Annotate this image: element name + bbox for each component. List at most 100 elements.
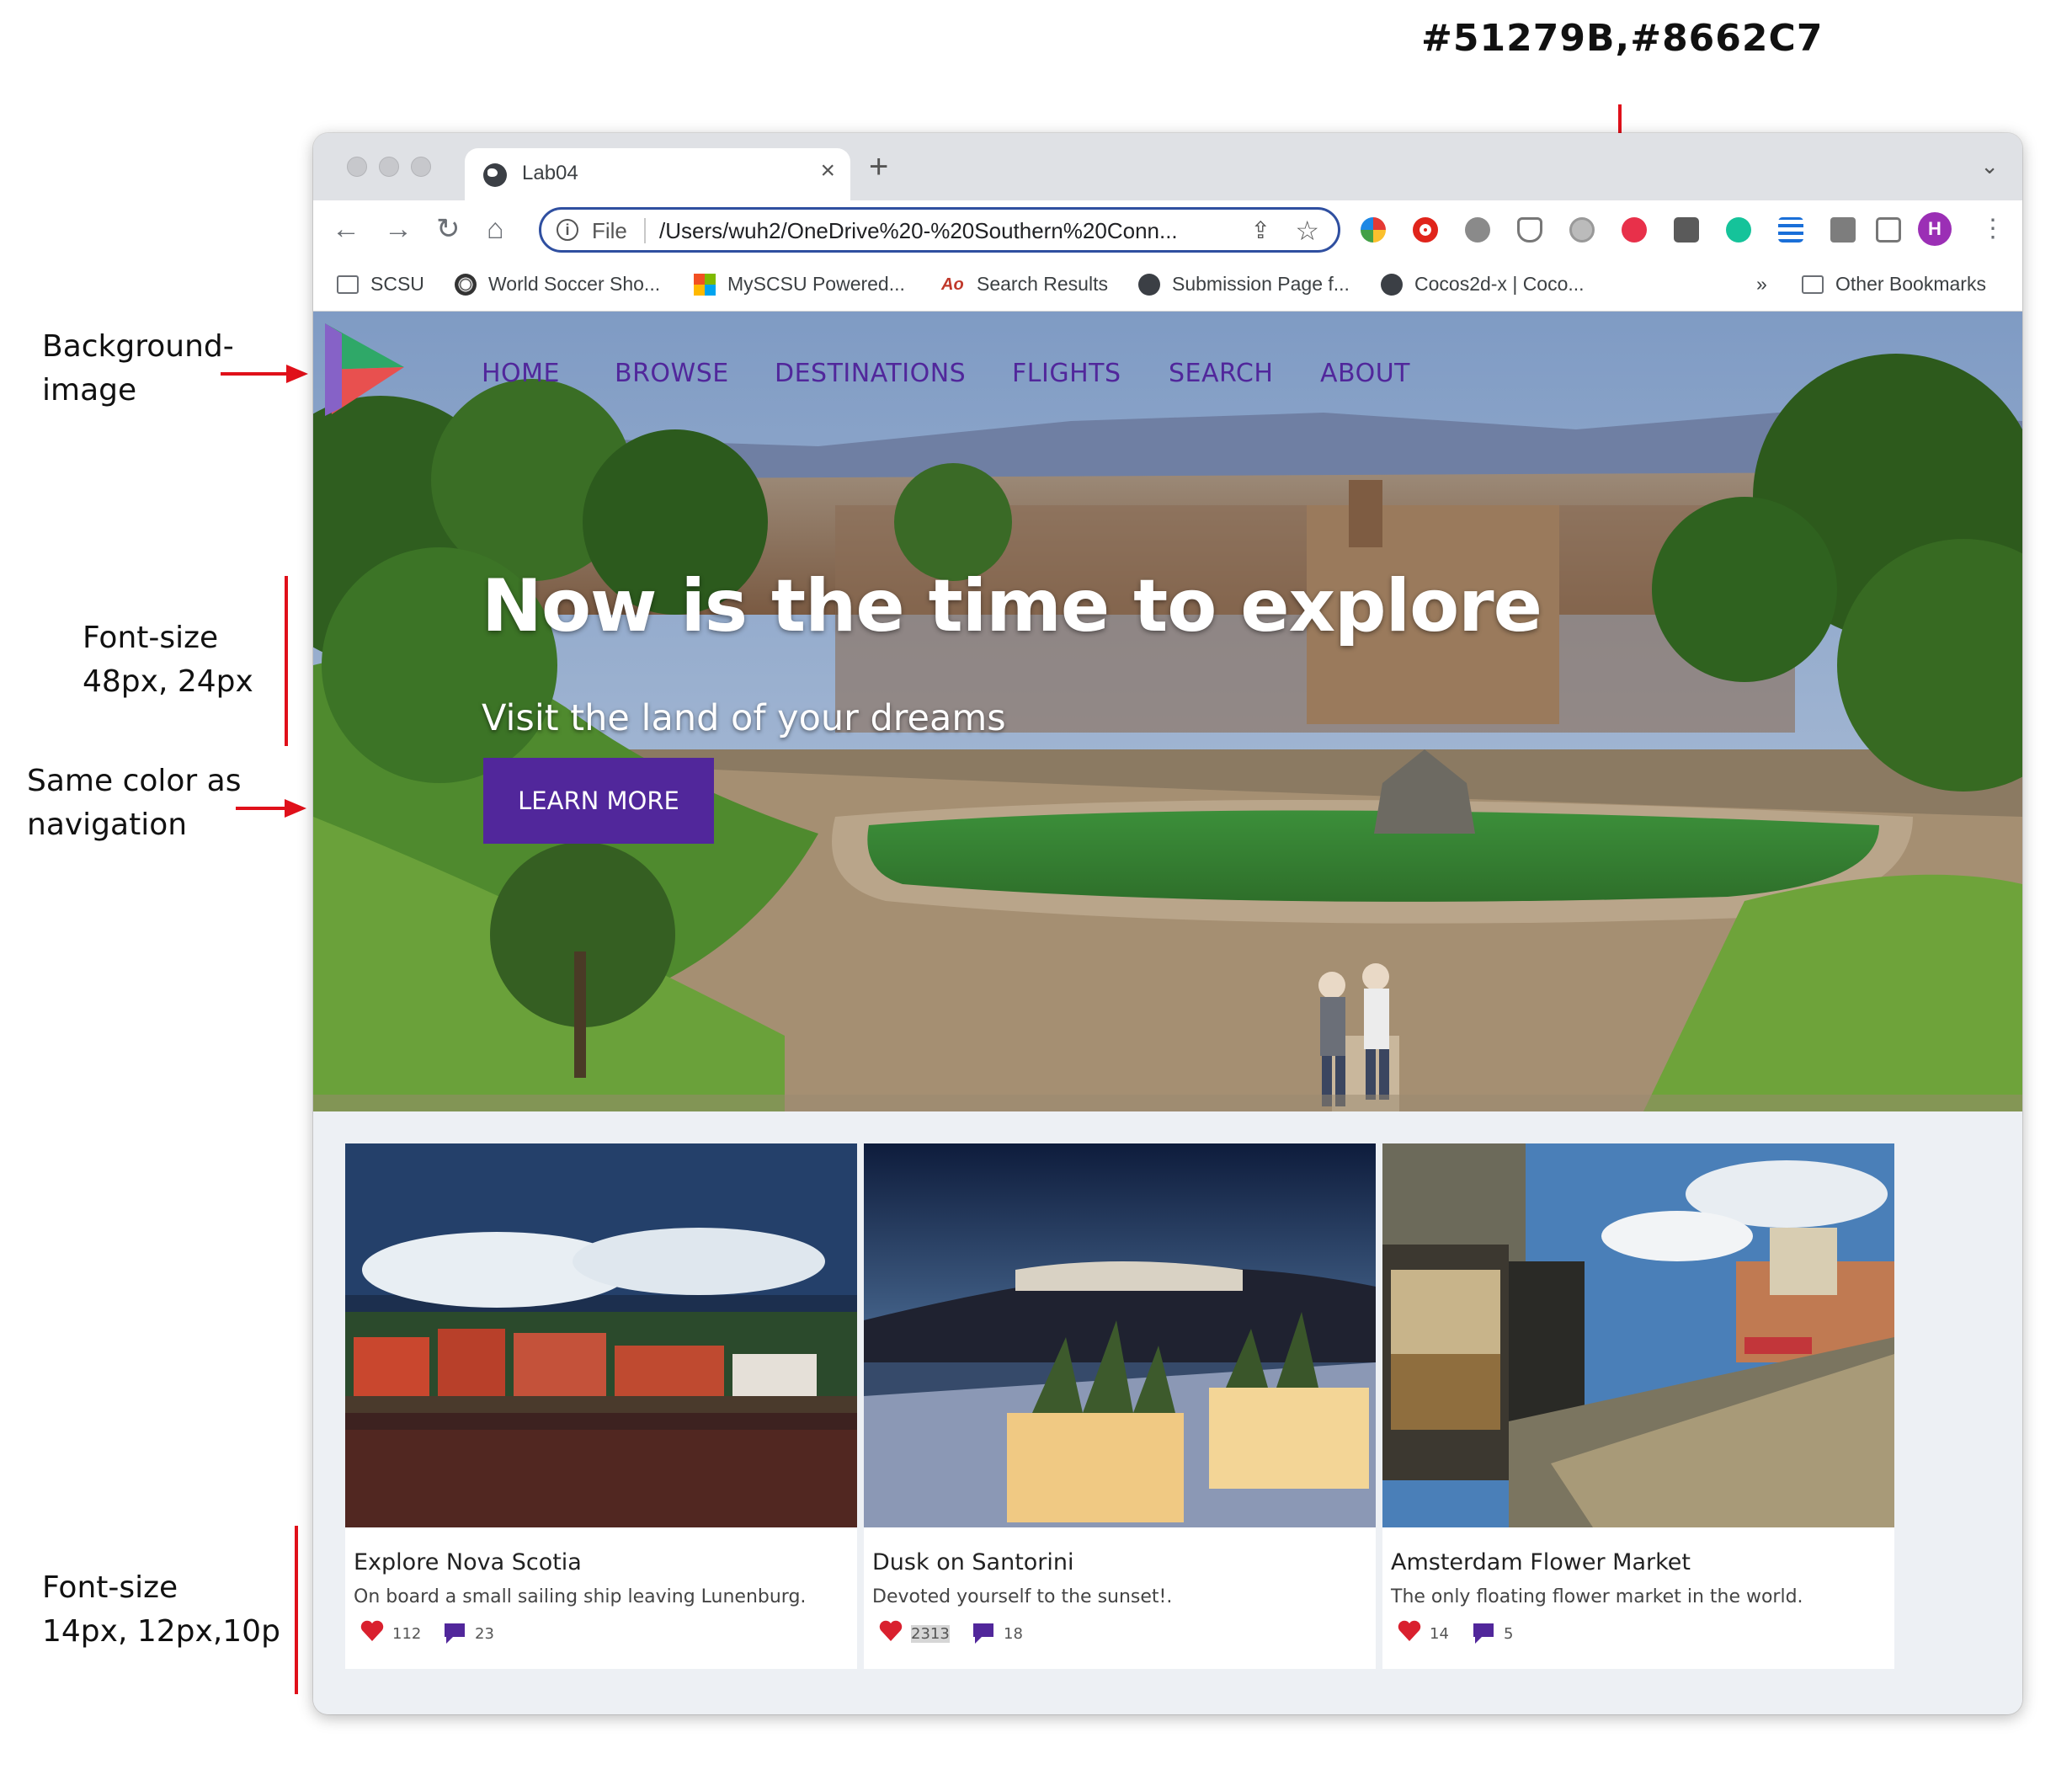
bookmark-item[interactable]: Cocos2d-x | Coco... — [1381, 273, 1585, 296]
folder-icon — [1802, 275, 1824, 294]
card-photo-amsterdam — [1382, 1143, 1894, 1527]
annotation-arrow — [285, 799, 306, 818]
annotated-screenshot: #51279B,#8662C7 Background- image Font-s… — [0, 0, 2072, 1775]
profile-avatar[interactable]: H — [1918, 212, 1952, 246]
tab-lab04[interactable]: Lab04 × — [465, 148, 850, 202]
browser-toolbar: ← → ↻ ⌂ i File /Users/wuh2/OneDrive%20-%… — [313, 200, 2022, 259]
card-title: Dusk on Santorini — [872, 1549, 1074, 1575]
extension-grammarly-icon[interactable] — [1726, 217, 1751, 243]
tab-strip: Lab04 × + ⌄ — [313, 133, 2022, 202]
extension-colorful-icon[interactable] — [1361, 217, 1386, 243]
like-count: 2313 — [911, 1625, 950, 1643]
reload-icon[interactable]: ↻ — [436, 212, 461, 246]
other-bookmarks-folder[interactable]: Other Bookmarks — [1802, 273, 1986, 296]
extensions-puzzle-icon[interactable] — [1830, 217, 1856, 243]
comment-icon[interactable] — [972, 1622, 995, 1645]
heart-icon[interactable] — [1398, 1620, 1421, 1642]
card-description: On board a small sailing ship leaving Lu… — [354, 1586, 807, 1607]
windows-logo-icon — [694, 273, 716, 296]
annotation-arrow — [286, 365, 308, 383]
nav-about[interactable]: ABOUT — [1320, 359, 1410, 388]
color-annotation: #51279B,#8662C7 — [1421, 17, 1824, 60]
minimize-window-button[interactable] — [379, 157, 399, 177]
back-icon[interactable]: ← — [332, 212, 360, 246]
heart-icon[interactable] — [879, 1620, 903, 1642]
maximize-window-button[interactable] — [411, 157, 431, 177]
bookmark-star-icon[interactable]: ☆ — [1295, 215, 1319, 247]
extension-grid-icon[interactable] — [1778, 217, 1803, 243]
close-window-button[interactable] — [347, 157, 367, 177]
card-title: Amsterdam Flower Market — [1391, 1549, 1691, 1575]
comment-count: 18 — [1004, 1625, 1023, 1643]
bookmark-item[interactable]: Submission Page f... — [1138, 273, 1350, 296]
font-size-annotation: Font-size 14px, 12px,10p — [42, 1570, 280, 1649]
like-count: 112 — [392, 1625, 422, 1643]
bookmark-item[interactable]: SCSU — [337, 273, 424, 296]
card-photo-nova-scotia — [345, 1143, 857, 1527]
soccer-ball-icon — [455, 273, 477, 296]
side-panel-icon[interactable] — [1876, 217, 1901, 243]
forward-icon[interactable]: → — [384, 212, 413, 246]
card-title: Explore Nova Scotia — [354, 1549, 582, 1575]
bookmark-item[interactable]: Ao Search Results — [941, 273, 1108, 296]
browser-window: Lab04 × + ⌄ ← → ↻ ⌂ i File /Users/wuh2/O… — [313, 133, 2022, 1714]
share-icon[interactable]: ⇪ — [1251, 216, 1270, 244]
search-results-icon: Ao — [941, 275, 964, 294]
comment-icon[interactable] — [443, 1622, 466, 1645]
bookmarks-bar: SCSU World Soccer Sho... MySCSU Powered.… — [313, 259, 2022, 312]
destination-card[interactable]: Explore Nova Scotia On board a small sai… — [345, 1143, 857, 1669]
tab-title: Lab04 — [522, 162, 578, 184]
annotation-line — [221, 372, 290, 376]
destination-card[interactable]: Amsterdam Flower Market The only floatin… — [1382, 1143, 1894, 1669]
extension-wallet-icon[interactable] — [1674, 217, 1699, 243]
globe-icon — [483, 163, 507, 187]
folder-icon — [337, 275, 359, 294]
new-tab-button[interactable]: + — [869, 148, 888, 186]
card-photo-santorini — [864, 1143, 1376, 1527]
like-count: 14 — [1430, 1625, 1449, 1643]
nav-flights[interactable]: FLIGHTS — [1012, 359, 1121, 388]
url-scheme: File — [592, 218, 627, 243]
divider — [644, 218, 646, 243]
hero-subtitle: Visit the land of your dreams — [482, 697, 1006, 739]
site-logo[interactable] — [325, 323, 409, 416]
annotation-line — [236, 807, 288, 810]
destination-card[interactable]: Dusk on Santorini Devoted yourself to th… — [864, 1143, 1376, 1669]
address-bar[interactable]: i File /Users/wuh2/OneDrive%20-%20Southe… — [539, 207, 1340, 253]
home-icon[interactable]: ⌂ — [487, 212, 504, 246]
learn-more-button[interactable]: LEARN MORE — [483, 758, 714, 844]
hero-section: HOME BROWSE DESTINATIONS FLIGHTS SEARCH … — [313, 312, 2022, 1111]
annotation-line — [285, 576, 288, 746]
page-viewport: HOME BROWSE DESTINATIONS FLIGHTS SEARCH … — [313, 312, 2022, 1714]
nav-home[interactable]: HOME — [482, 359, 560, 388]
globe-icon — [1138, 273, 1160, 296]
nav-browse[interactable]: BROWSE — [615, 359, 729, 388]
comment-count: 5 — [1504, 1625, 1514, 1643]
heart-icon[interactable] — [360, 1620, 384, 1642]
nav-destinations[interactable]: DESTINATIONS — [775, 359, 966, 388]
globe-icon — [1381, 273, 1403, 296]
extension-triangle-icon[interactable] — [1569, 217, 1595, 243]
card-description: The only floating flower market in the w… — [1391, 1586, 1803, 1607]
comment-icon[interactable] — [1472, 1622, 1495, 1645]
font-size-annotation: Font-size 48px, 24px — [83, 621, 253, 699]
background-image-annotation: Background- image — [42, 329, 234, 408]
extension-shield-icon[interactable] — [1517, 217, 1542, 243]
annotation-line — [295, 1526, 298, 1694]
hero-title: Now is the time to explore — [482, 564, 1542, 648]
bookmark-item[interactable]: World Soccer Sho... — [455, 273, 660, 296]
bookmark-item[interactable]: MySCSU Powered... — [694, 273, 905, 296]
same-color-annotation: Same color as navigation — [27, 764, 242, 842]
close-tab-icon[interactable]: × — [820, 157, 835, 185]
info-icon[interactable]: i — [557, 219, 578, 241]
tab-search-chevron-icon[interactable]: ⌄ — [1980, 153, 1999, 179]
extension-abp-icon[interactable] — [1622, 217, 1647, 243]
url-text[interactable]: /Users/wuh2/OneDrive%20-%20Southern%20Co… — [659, 218, 1178, 244]
extension-gray-icon[interactable] — [1465, 217, 1490, 243]
extension-opera-icon[interactable] — [1413, 217, 1438, 243]
menu-kebab-icon[interactable]: ⋮ — [1980, 212, 2005, 246]
comment-count: 23 — [475, 1625, 494, 1643]
bookmarks-overflow-button[interactable]: » — [1756, 273, 1767, 296]
nav-search[interactable]: SEARCH — [1169, 359, 1273, 388]
card-description: Devoted yourself to the sunset!. — [872, 1586, 1173, 1607]
